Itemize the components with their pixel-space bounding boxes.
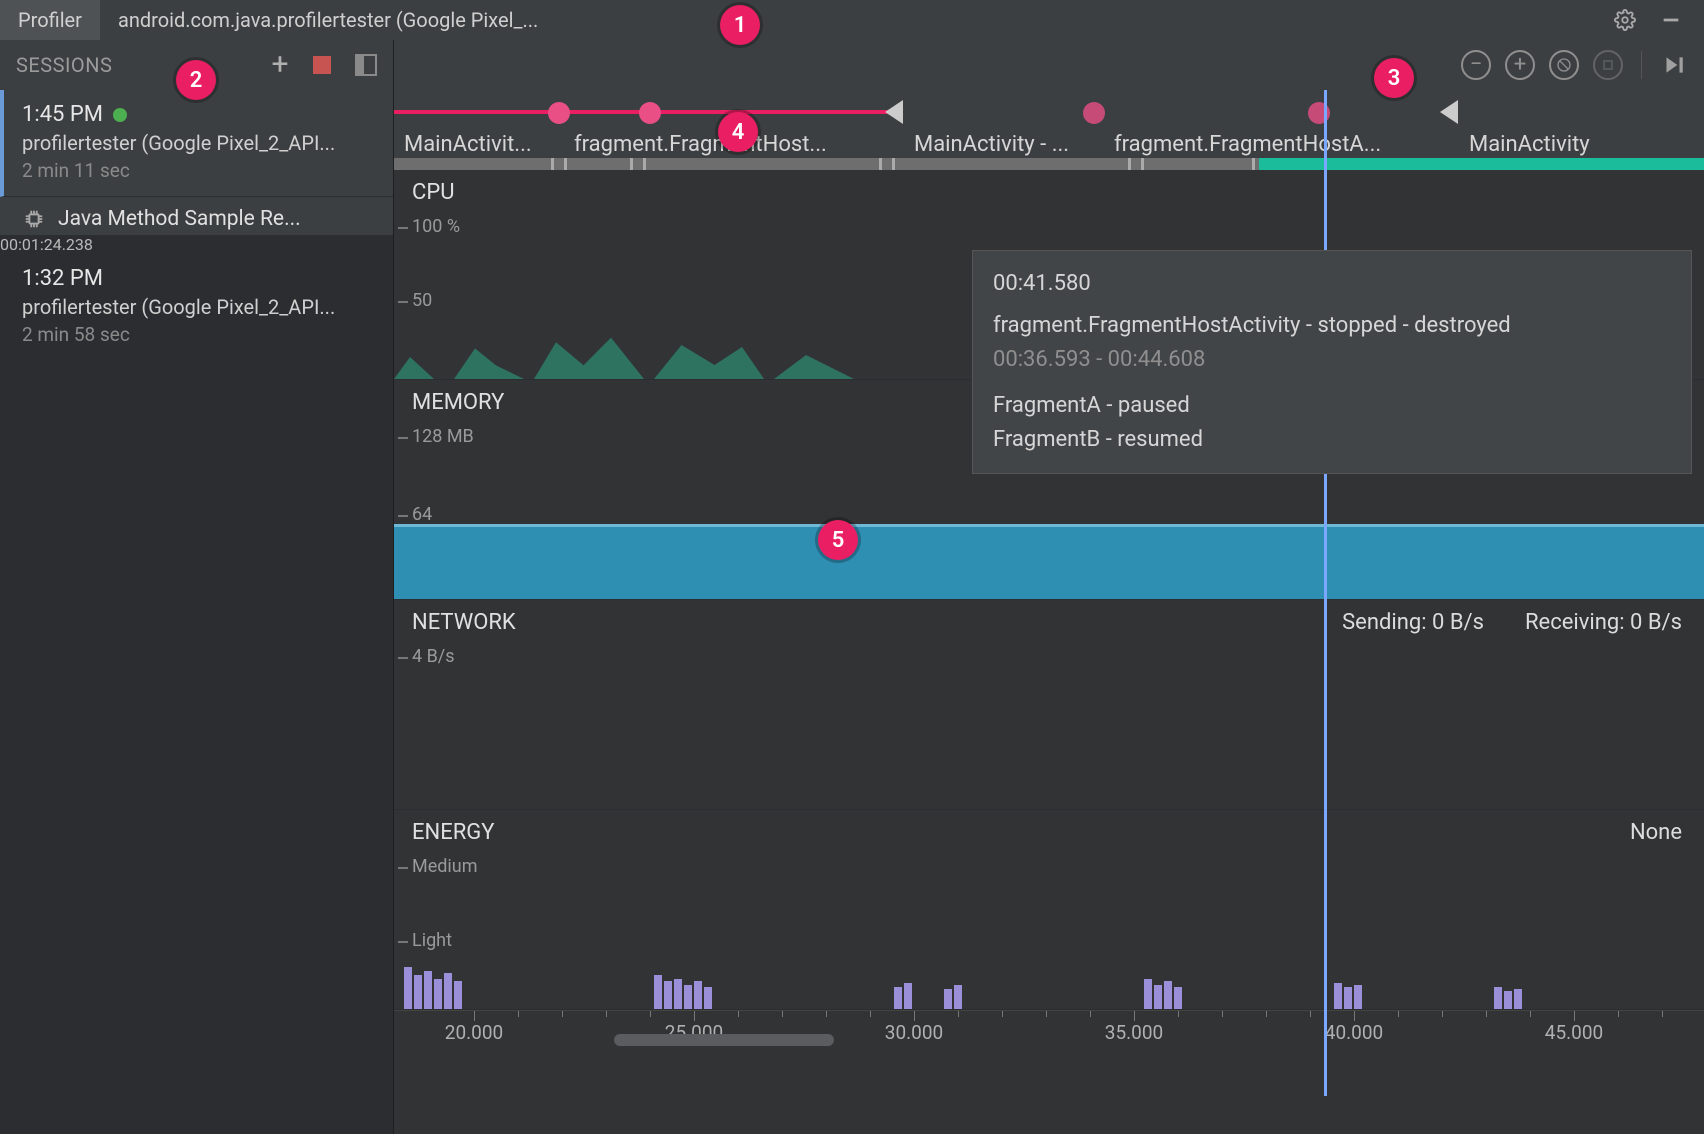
lifecycle-event-dot[interactable] [1083, 102, 1105, 124]
energy-axis-medium: Medium [412, 856, 478, 877]
axis-tick-label: 40.000 [1325, 1021, 1383, 1044]
session-duration: 2 min 11 sec [22, 159, 375, 182]
sessions-title: SESSIONS [16, 53, 271, 77]
annotation-callout-2: 2 [176, 60, 216, 100]
tooltip-frag-a: FragmentA - paused [993, 389, 1671, 423]
energy-axis-light: Light [412, 930, 452, 951]
lifecycle-events-row[interactable]: MainActivit... fragment.FragmentHost... … [394, 90, 1704, 170]
session-desc: profilertester (Google Pixel_2_API... [22, 295, 375, 319]
toggle-layout-button[interactable] [355, 54, 377, 76]
network-panel[interactable]: NETWORK Sending: 0 B/s Receiving: 0 B/s … [394, 600, 1704, 810]
network-title: NETWORK [412, 610, 516, 635]
lifecycle-label: fragment.FragmentHostA... [1114, 132, 1381, 157]
lifecycle-event-dot[interactable] [639, 102, 661, 124]
memory-axis-mid: 64 [412, 504, 432, 525]
tooltip-range: 00:36.593 - 00:44.608 [993, 343, 1671, 377]
lifecycle-label: MainActivity - ... [914, 132, 1069, 157]
lifecycle-label: MainActivit... [404, 132, 532, 157]
reset-zoom-button[interactable] [1549, 50, 1579, 80]
zoom-selection-button [1593, 50, 1623, 80]
network-sending: Sending: 0 B/s [1342, 610, 1484, 635]
energy-chart [394, 949, 1704, 1009]
annotation-callout-3: 3 [1374, 58, 1414, 98]
energy-current: None [1630, 820, 1682, 845]
session-item[interactable]: 1:45 PM profilertester (Google Pixel_2_A… [0, 90, 393, 197]
add-session-button[interactable]: + [271, 50, 289, 80]
lifecycle-back-icon[interactable] [1440, 100, 1458, 124]
settings-icon[interactable] [1612, 7, 1638, 33]
timeline-toolbar: − + [394, 40, 1704, 90]
profiler-tab[interactable]: Profiler [0, 0, 100, 40]
live-indicator-icon [113, 108, 127, 122]
recording-label: Java Method Sample Re... [58, 207, 375, 231]
session-item[interactable]: 1:32 PM profilertester (Google Pixel_2_A… [0, 254, 393, 361]
minimize-icon[interactable] [1658, 7, 1684, 33]
tooltip-line1: fragment.FragmentHostActivity - stopped … [993, 309, 1671, 343]
memory-chart [394, 527, 1704, 599]
network-receiving: Receiving: 0 B/s [1525, 610, 1682, 635]
energy-panel[interactable]: ENERGY None Medium Light [394, 810, 1704, 1010]
lifecycle-back-icon[interactable] [885, 100, 903, 124]
time-axis[interactable]: 20.000 25.000 30.000 35.000 40.000 45.00… [394, 1010, 1704, 1048]
tooltip-frag-b: FragmentB - resumed [993, 423, 1671, 457]
cpu-axis-max: 100 % [412, 216, 460, 237]
zoom-out-button[interactable]: − [1461, 50, 1491, 80]
network-axis-max: 4 B/s [412, 646, 455, 667]
jump-to-live-button[interactable] [1660, 52, 1686, 78]
axis-tick-label: 45.000 [1545, 1021, 1603, 1044]
lifecycle-event-dot[interactable] [548, 102, 570, 124]
annotation-callout-5: 5 [818, 520, 858, 560]
process-selector[interactable]: android.com.java.profilertester (Google … [100, 8, 556, 32]
session-time: 1:32 PM [22, 266, 103, 291]
lifecycle-label: fragment.FragmentHost... [574, 132, 827, 157]
recording-item[interactable]: Java Method Sample Re... [0, 197, 393, 235]
cpu-recording-icon [22, 207, 46, 231]
horizontal-scrollbar[interactable] [614, 1034, 834, 1046]
overview-minimap[interactable] [394, 158, 1704, 170]
axis-tick-label: 20.000 [445, 1021, 503, 1044]
energy-title: ENERGY [412, 820, 494, 845]
profiler-tab-label: Profiler [18, 8, 82, 32]
axis-tick-label: 35.000 [1105, 1021, 1163, 1044]
lifecycle-event-dot[interactable] [1308, 102, 1330, 124]
annotation-callout-4: 4 [718, 112, 758, 152]
cpu-title: CPU [412, 180, 454, 205]
session-duration: 2 min 58 sec [22, 323, 375, 346]
session-desc: profilertester (Google Pixel_2_API... [22, 131, 375, 155]
memory-axis-max: 128 MB [412, 426, 474, 447]
axis-tick-label: 30.000 [885, 1021, 943, 1044]
tooltip-time: 00:41.580 [993, 267, 1671, 301]
recording-time: 00:01:24.238 [0, 235, 393, 254]
memory-title: MEMORY [412, 390, 504, 415]
timeline-area: − + [394, 40, 1704, 1134]
title-bar: Profiler android.com.java.profilertester… [0, 0, 1704, 40]
process-label: android.com.java.profilertester (Google … [118, 8, 538, 32]
stop-session-button[interactable] [313, 56, 331, 74]
zoom-in-button[interactable]: + [1505, 50, 1535, 80]
separator [1641, 51, 1642, 79]
lifecycle-label: MainActivity [1469, 132, 1590, 157]
event-tooltip: 00:41.580 fragment.FragmentHostActivity … [972, 250, 1692, 474]
session-time: 1:45 PM [22, 102, 103, 127]
annotation-callout-1: 1 [720, 5, 760, 45]
sessions-sidebar: SESSIONS + 1:45 PM profilertester (Googl… [0, 40, 394, 1134]
